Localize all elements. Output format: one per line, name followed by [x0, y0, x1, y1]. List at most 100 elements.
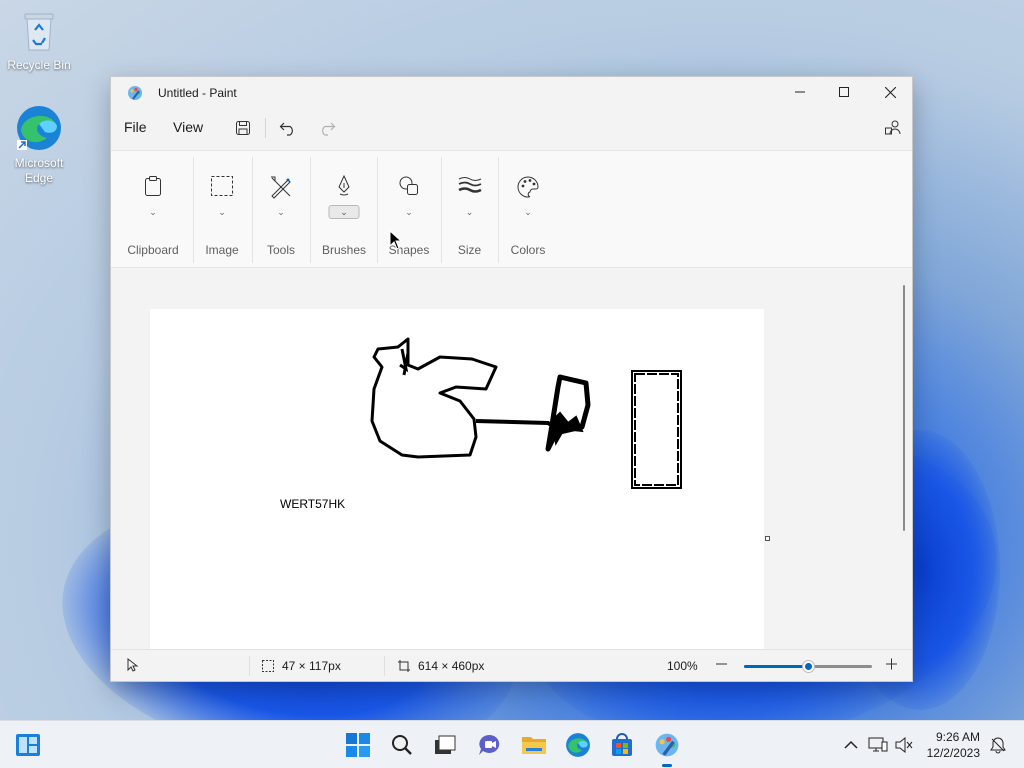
chevron-down-icon: ⌄ — [524, 207, 532, 217]
brushes-label: Brushes — [321, 243, 367, 257]
network-button[interactable] — [864, 731, 892, 759]
menu-bar: File View — [111, 109, 912, 147]
image-group[interactable]: ⌄ Image — [194, 151, 250, 269]
colors-label: Colors — [510, 243, 546, 257]
canvas-text: WERT57HK — [280, 497, 346, 511]
maximize-button[interactable] — [821, 77, 867, 107]
edge-taskbar-button[interactable] — [564, 731, 592, 759]
drawing-canvas[interactable]: WERT57HK — [150, 309, 764, 649]
shapes-icon — [399, 176, 418, 195]
size-group[interactable]: ⌄ Size — [442, 151, 497, 269]
canvas-size-icon — [398, 660, 410, 672]
palette-icon — [517, 176, 539, 198]
ribbon-toolbar: ⌄ Clipboard ⌄ Image ⌄ Tools ⌄ Brushes ⌄ … — [111, 150, 912, 268]
view-menu[interactable]: View — [173, 119, 203, 135]
freehand-drawing — [370, 337, 682, 489]
widgets-icon — [16, 734, 40, 756]
zoom-slider[interactable] — [744, 661, 872, 672]
clipboard-group[interactable]: ⌄ Clipboard — [121, 151, 185, 269]
search-icon — [392, 735, 412, 755]
mouse-cursor-icon — [389, 230, 403, 250]
search-button[interactable] — [388, 731, 416, 759]
microsoft-edge-desktop-icon[interactable]: Microsoft Edge — [3, 104, 75, 186]
tools-group[interactable]: ⌄ Tools — [253, 151, 309, 269]
clipboard-icon — [145, 176, 161, 196]
selection-icon — [211, 176, 233, 196]
colors-group[interactable]: ⌄ Colors — [499, 151, 557, 269]
zoom-slider-thumb[interactable] — [803, 661, 814, 672]
size-label: Size — [457, 243, 482, 257]
store-icon — [612, 733, 632, 756]
notification-bell-icon — [990, 737, 1006, 754]
close-icon — [884, 86, 896, 98]
show-hidden-icons-button[interactable] — [837, 731, 865, 759]
selection-size: 47 × 117px — [262, 659, 341, 673]
notifications-button[interactable] — [984, 731, 1012, 759]
file-menu[interactable]: File — [124, 119, 147, 135]
clock[interactable]: 9:26 AM 12/2/2023 — [927, 729, 980, 761]
status-separator — [249, 656, 250, 676]
canvas-size: 614 × 460px — [398, 659, 484, 673]
chevron-down-icon: ⌄ — [465, 207, 474, 217]
zoom-slider-fill — [744, 665, 808, 668]
edge-icon — [566, 733, 590, 757]
windows-logo-icon — [346, 733, 370, 757]
vertical-scrollbar[interactable] — [903, 285, 905, 531]
undo-button[interactable] — [276, 116, 300, 140]
account-button[interactable] — [881, 116, 905, 140]
title-bar[interactable]: Untitled - Paint — [111, 77, 912, 109]
file-explorer-button[interactable] — [520, 731, 548, 759]
active-app-indicator — [662, 764, 672, 767]
plus-icon — [886, 658, 897, 670]
chevron-down-icon: ⌄ — [277, 207, 285, 217]
zoom-out-button[interactable] — [716, 654, 728, 674]
microsoft-edge-label: Microsoft Edge — [14, 156, 64, 185]
canvas-resize-handle[interactable] — [765, 536, 770, 541]
chat-button[interactable] — [476, 731, 504, 759]
shapes-group[interactable]: ⌄ Shapes — [378, 151, 440, 269]
folder-icon — [522, 737, 546, 754]
minimize-button[interactable] — [777, 77, 823, 107]
brushes-dropdown[interactable]: ⌄ — [328, 205, 360, 219]
paint-window: Untitled - Paint File View ⌄ Clipboard ⌄… — [110, 76, 913, 682]
clock-date: 12/2/2023 — [926, 746, 980, 760]
chevron-down-icon: ⌄ — [218, 207, 226, 217]
size-icon — [457, 177, 482, 193]
recycle-bin-desktop-icon[interactable]: Recycle Bin — [3, 10, 75, 73]
maximize-icon — [839, 87, 849, 97]
zoom-in-button[interactable] — [886, 654, 898, 674]
save-icon — [236, 121, 250, 135]
start-button[interactable] — [344, 731, 372, 759]
canvas-area: WERT57HK — [111, 269, 912, 649]
task-view-button[interactable] — [431, 731, 459, 759]
chevron-down-icon: ⌄ — [149, 207, 157, 217]
network-icon — [868, 737, 888, 752]
status-bar: 47 × 117px 614 × 460px 100% — [111, 649, 912, 681]
tools-label: Tools — [266, 243, 295, 257]
clock-time: 9:26 AM — [935, 730, 980, 744]
paint-taskbar-button[interactable] — [653, 731, 681, 759]
pointer-position — [127, 658, 139, 672]
chat-icon — [479, 734, 500, 755]
volume-muted-icon — [895, 737, 913, 753]
taskbar: 9:26 AM 12/2/2023 — [0, 720, 1024, 768]
edge-icon — [17, 106, 61, 150]
pointer-icon — [127, 658, 139, 672]
volume-button[interactable] — [890, 731, 918, 759]
image-label: Image — [205, 243, 239, 257]
account-icon — [885, 120, 901, 135]
redo-button[interactable] — [315, 116, 339, 140]
close-button[interactable] — [867, 77, 913, 107]
tools-icon — [271, 176, 291, 199]
chevron-down-icon: ⌄ — [405, 207, 413, 217]
shapes-label: Shapes — [388, 243, 430, 257]
microsoft-store-button[interactable] — [608, 731, 636, 759]
brushes-group[interactable]: ⌄ Brushes — [311, 151, 377, 269]
save-button[interactable] — [231, 116, 255, 140]
redo-icon — [322, 122, 336, 136]
selection-size-value: 47 × 117px — [282, 659, 341, 673]
widgets-button[interactable] — [14, 731, 42, 759]
window-title: Untitled - Paint — [158, 86, 237, 100]
selection-size-icon — [262, 660, 274, 672]
task-view-icon — [435, 735, 456, 754]
